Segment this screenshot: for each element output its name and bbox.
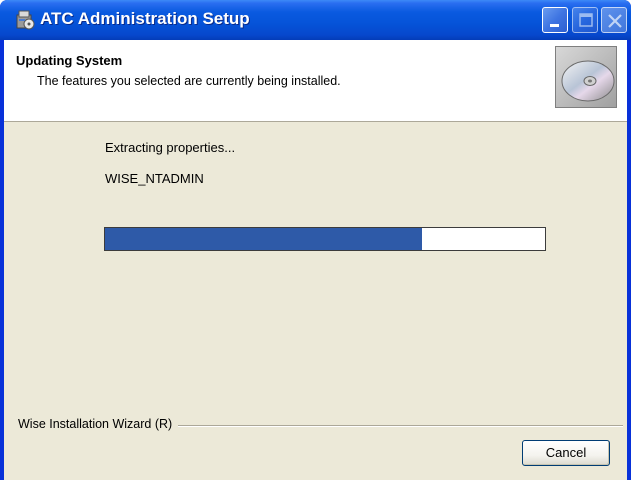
action-text: Extracting properties... xyxy=(105,140,236,155)
header-subtitle: The features you selected are currently … xyxy=(37,74,341,88)
minimize-icon xyxy=(550,24,559,27)
dialog-body: Updating System The features you selecte… xyxy=(4,40,627,480)
minimize-button[interactable] xyxy=(542,7,568,33)
header-title: Updating System xyxy=(16,53,123,68)
progress-bar xyxy=(104,227,546,251)
progress-fill xyxy=(105,228,422,250)
dialog-header: Updating System The features you selecte… xyxy=(4,40,627,122)
window-title: ATC Administration Setup xyxy=(40,9,250,28)
cancel-button[interactable]: Cancel xyxy=(522,440,610,466)
title-bar[interactable]: ATC Administration Setup xyxy=(0,0,631,40)
cd-disc-icon xyxy=(555,46,617,108)
setup-window: ATC Administration Setup Updating System… xyxy=(0,0,631,480)
close-icon xyxy=(608,14,622,28)
maximize-icon xyxy=(579,13,593,27)
maximize-button[interactable] xyxy=(572,7,598,33)
action-item-text: WISE_NTADMIN xyxy=(105,171,204,186)
branding-label: Wise Installation Wizard (R) xyxy=(18,417,179,431)
installer-icon xyxy=(14,9,36,31)
close-button[interactable] xyxy=(601,7,627,33)
